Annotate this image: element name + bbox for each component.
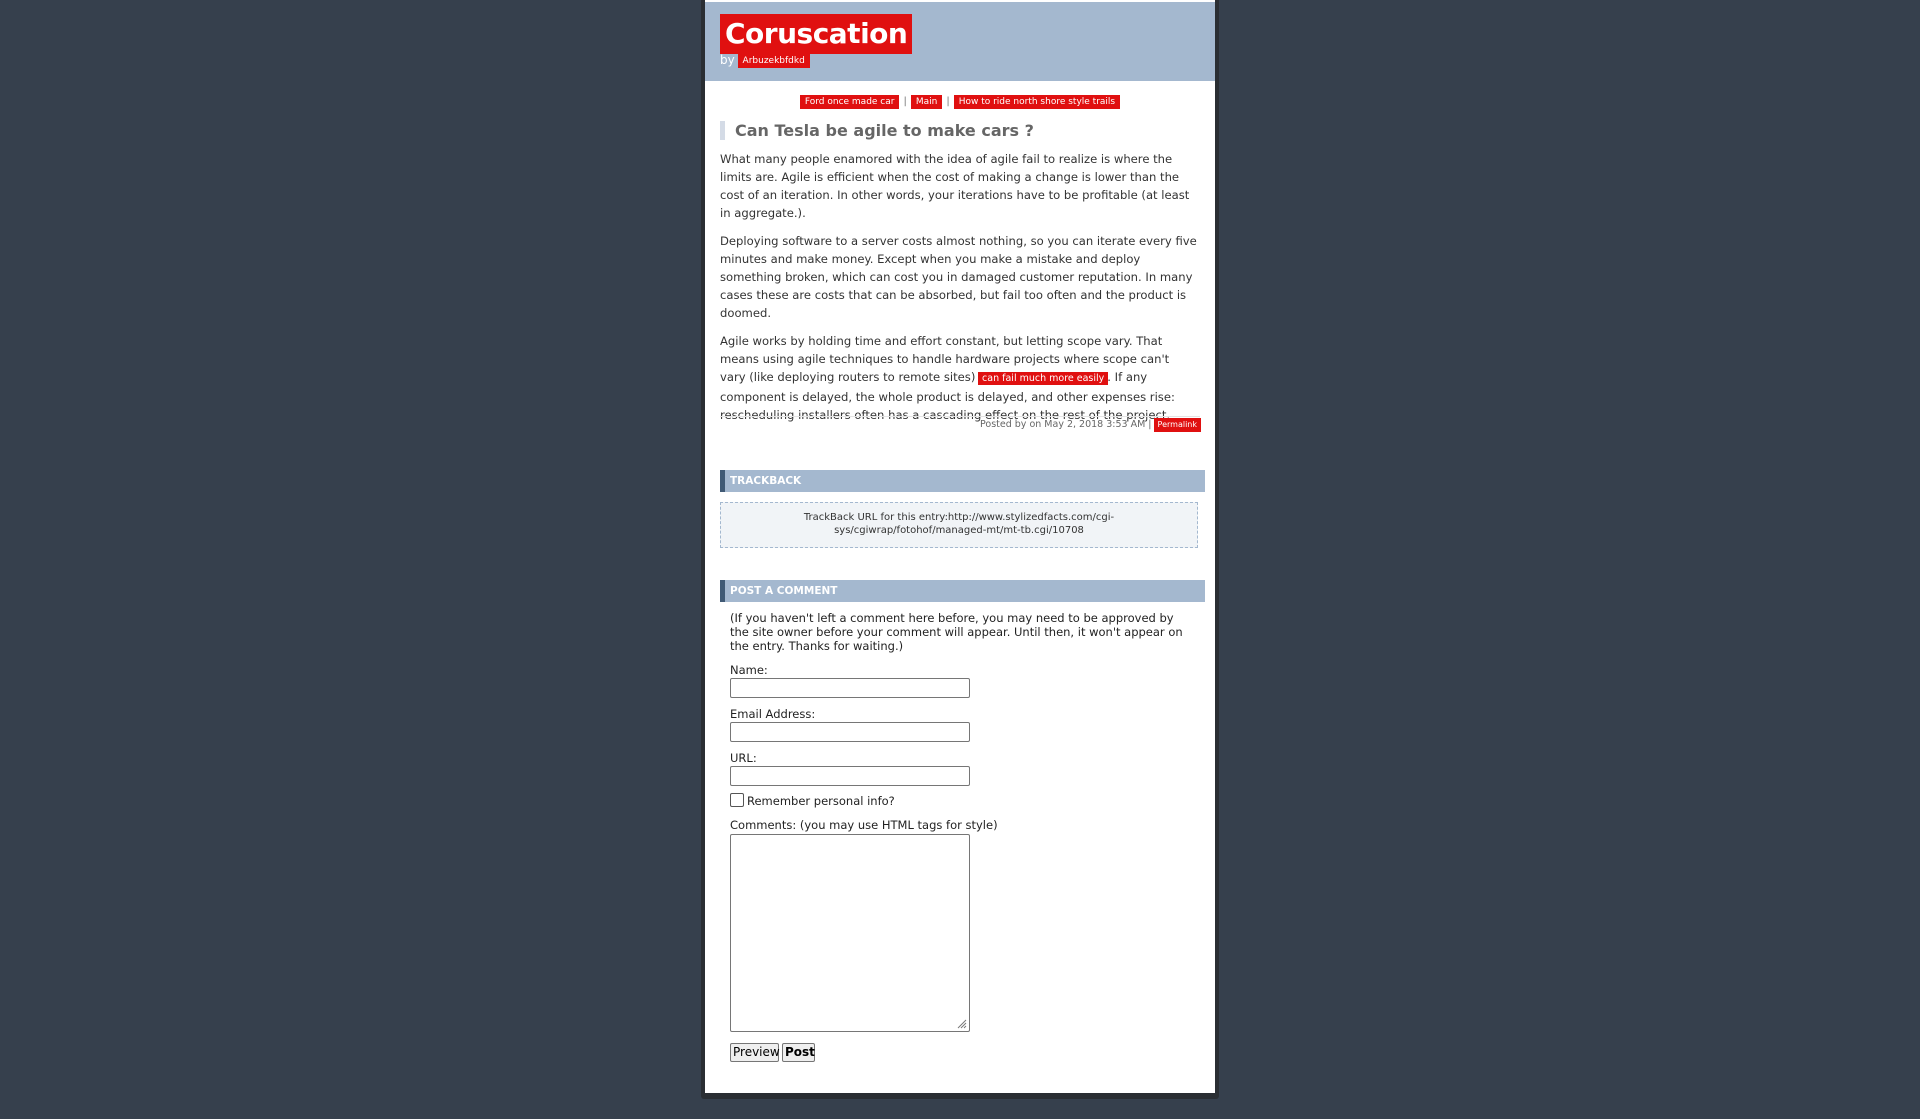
name-field[interactable] — [730, 678, 970, 698]
url-label: URL: — [730, 751, 757, 765]
comment-approval-note: (If you haven't left a comment here befo… — [730, 611, 1183, 653]
main-page-link[interactable]: Main — [910, 95, 943, 109]
remember-info-checkbox[interactable] — [730, 793, 744, 807]
entry-paragraph: Agile works by holding time and effort c… — [720, 332, 1198, 424]
comment-form: (If you haven't left a comment here befo… — [730, 611, 1195, 1062]
entry-paragraph: What many people enamored with the idea … — [720, 152, 1190, 220]
remember-info-row: Remember personal info? — [730, 793, 895, 809]
comments-label: Comments: (you may use HTML tags for sty… — [730, 818, 998, 832]
next-entry-link[interactable]: How to ride north shore style trails — [953, 95, 1121, 109]
comments-textarea[interactable] — [730, 834, 970, 1032]
preview-button[interactable]: Preview — [730, 1043, 780, 1062]
post-comment-heading: POST A COMMENT — [720, 580, 1205, 602]
nav-separator: | — [946, 96, 950, 107]
remember-info-label: Remember personal info? — [747, 794, 895, 808]
permalink-link[interactable]: Permalink — [1153, 417, 1202, 432]
entry-body: What many people enamored with the idea … — [720, 150, 1198, 434]
entry-navigation: Ford once made car | Main | How to ride nort… — [705, 95, 1215, 109]
url-field[interactable] — [730, 766, 970, 786]
trackback-url-box: TrackBack URL for this entry:http://www.… — [720, 502, 1198, 548]
resize-grip-icon[interactable] — [957, 1019, 967, 1029]
author-link[interactable]: Arbuzekbfdkd — [737, 53, 810, 68]
post-button[interactable]: Post — [782, 1043, 815, 1062]
byline: by Arbuzekbfdkd — [720, 53, 810, 68]
header-banner: Coruscation by Arbuzekbfdkd — [705, 2, 1215, 81]
entry-paragraph: Deploying software to a server costs alm… — [720, 234, 1197, 320]
email-label: Email Address: — [730, 707, 816, 721]
posted-info: Posted by on May 2, 2018 3:53 AM | — [980, 419, 1152, 430]
can-fail-link[interactable]: can fail much more easily — [978, 372, 1109, 385]
nav-separator: | — [903, 96, 907, 107]
site-title-link[interactable]: Coruscation — [720, 14, 913, 54]
entry-title: Can Tesla be agile to make cars ? — [720, 121, 1205, 140]
blog-page: Coruscation by Arbuzekbfdkd Ford once ma… — [705, 0, 1215, 1093]
byline-by-label: by — [720, 53, 735, 67]
previous-entry-link[interactable]: Ford once made car — [799, 95, 900, 109]
entry-footer: Posted by on May 2, 2018 3:53 AM | Perma… — [720, 416, 1202, 432]
email-field[interactable] — [730, 722, 970, 742]
name-label: Name: — [730, 663, 768, 677]
trackback-heading: TRACKBACK — [720, 470, 1205, 492]
